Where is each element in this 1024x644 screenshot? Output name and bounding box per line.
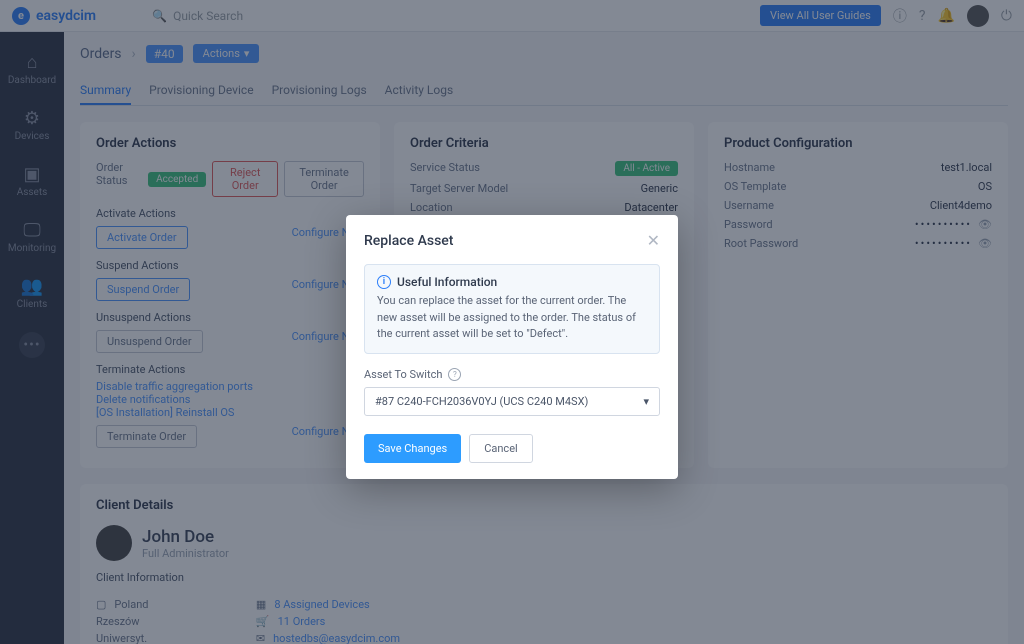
chevron-down-icon: ▾ (643, 395, 649, 408)
save-button[interactable]: Save Changes (364, 434, 461, 463)
asset-label: Asset To Switch ? (364, 368, 660, 381)
close-icon[interactable]: ✕ (647, 231, 660, 250)
replace-asset-modal: Replace Asset ✕ iUseful Information You … (346, 215, 678, 479)
modal-title: Replace Asset (364, 233, 453, 249)
help-icon[interactable]: ? (448, 368, 461, 381)
asset-select[interactable]: #87 C240-FCH2036V0YJ (UCS C240 M4SX) ▾ (364, 387, 660, 416)
modal-overlay: Replace Asset ✕ iUseful Information You … (0, 0, 1024, 644)
info-icon: i (377, 275, 391, 289)
info-box: iUseful Information You can replace the … (364, 264, 660, 354)
cancel-button[interactable]: Cancel (469, 434, 532, 463)
